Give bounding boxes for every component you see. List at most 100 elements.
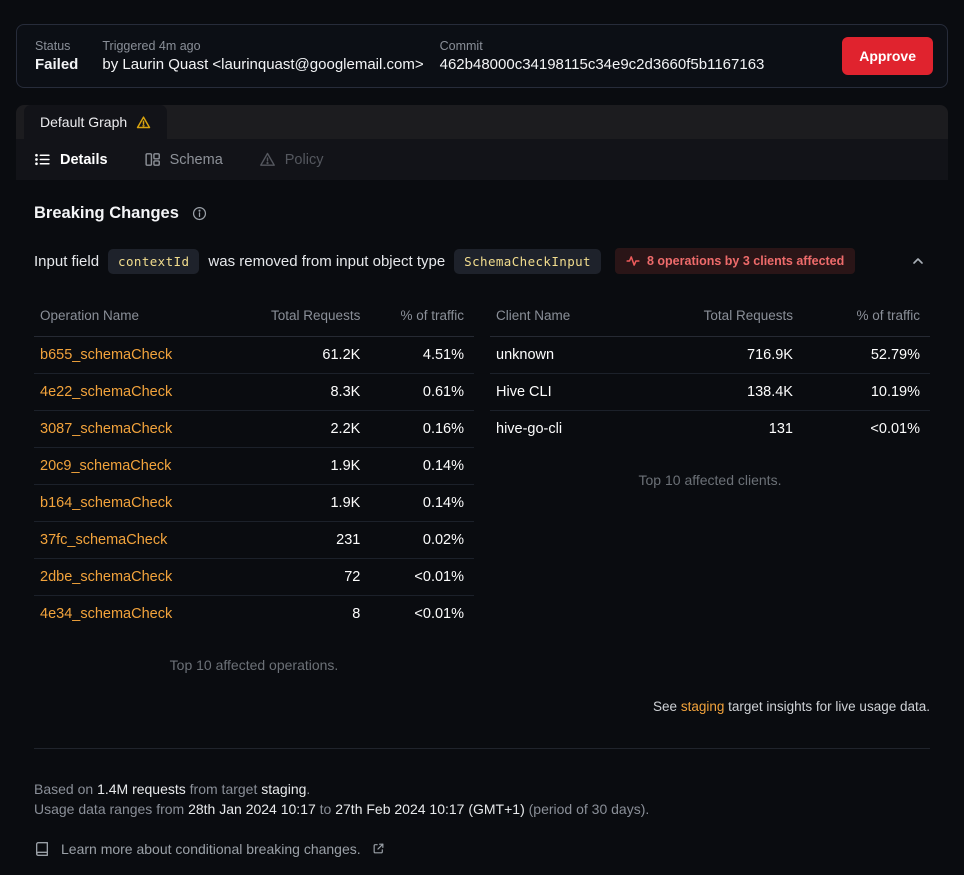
clients-table: Client NameTotal Requests% of trafficunk…: [490, 302, 930, 448]
commit-group: Commit 462b48000c34198115c34e9c2d3660f5b…: [440, 39, 765, 73]
operation-link[interactable]: 4e34_schemaCheck: [34, 596, 229, 633]
breaking-changes-title: Breaking Changes: [34, 204, 179, 223]
triggered-group: Triggered 4m ago by Laurin Quast <laurin…: [102, 39, 423, 73]
usage-tables: Operation NameTotal Requests% of traffic…: [34, 302, 930, 673]
column-header: Operation Name: [34, 302, 229, 337]
total-requests-value: 716.9K: [632, 337, 799, 374]
commit-hash: 462b48000c34198115c34e9c2d3660f5b1167163: [440, 56, 765, 73]
client-name: unknown: [490, 337, 632, 374]
operation-link[interactable]: 2dbe_schemaCheck: [34, 559, 229, 596]
insights-note-pre: See: [653, 699, 681, 714]
tab-details[interactable]: Details: [34, 151, 108, 168]
target-name: staging: [261, 781, 306, 797]
learn-more-label: Learn more about conditional breaking ch…: [61, 841, 361, 857]
schema-check-page: Status Failed Triggered 4m ago by Laurin…: [0, 0, 964, 857]
table-row: hive-go-cli131<0.01%: [490, 411, 930, 448]
clients-column: Client NameTotal Requests% of trafficunk…: [490, 302, 930, 673]
operation-link[interactable]: 37fc_schemaCheck: [34, 522, 229, 559]
graph-tab-strip: Default Graph: [16, 105, 948, 139]
based-on-end: .: [306, 781, 310, 797]
total-requests-value: 138.4K: [632, 374, 799, 411]
traffic-percent-value: <0.01%: [366, 559, 474, 596]
table-row: b164_schemaCheck1.9K0.14%: [34, 485, 474, 522]
commit-label: Commit: [440, 39, 765, 53]
breaking-change-row: Input field contextId was removed from i…: [34, 248, 930, 274]
learn-more-link[interactable]: Learn more about conditional breaking ch…: [34, 841, 385, 857]
check-nav-row: Details Schema Policy: [16, 139, 948, 180]
operation-link[interactable]: 20c9_schemaCheck: [34, 448, 229, 485]
graph-tab-label: Default Graph: [40, 114, 127, 130]
approve-button[interactable]: Approve: [842, 37, 933, 75]
operations-table: Operation NameTotal Requests% of traffic…: [34, 302, 474, 633]
traffic-percent-value: 52.79%: [799, 337, 930, 374]
operations-table-note: Top 10 affected operations.: [34, 657, 474, 673]
operation-link[interactable]: 3087_schemaCheck: [34, 411, 229, 448]
info-icon[interactable]: [192, 206, 207, 221]
alert-triangle-icon: [259, 151, 276, 168]
operation-link[interactable]: b655_schemaCheck: [34, 337, 229, 374]
tab-default-graph[interactable]: Default Graph: [24, 105, 167, 139]
external-link-icon: [372, 842, 385, 855]
total-requests-value: 8: [229, 596, 366, 633]
based-on-pre: Based on: [34, 781, 97, 797]
column-header: % of traffic: [366, 302, 474, 337]
based-on-line: Based on 1.4M requests from target stagi…: [34, 779, 930, 799]
range-start: 28th Jan 2024 10:17: [188, 801, 316, 817]
table-row: 4e22_schemaCheck8.3K0.61%: [34, 374, 474, 411]
impact-badge[interactable]: 8 operations by 3 clients affected: [615, 248, 855, 274]
traffic-percent-value: 0.14%: [366, 448, 474, 485]
table-row: unknown716.9K52.79%: [490, 337, 930, 374]
book-icon: [34, 841, 50, 857]
insights-note-post: target insights for live usage data.: [724, 699, 930, 714]
staging-target-link[interactable]: staging: [681, 699, 725, 714]
usage-summary: Based on 1.4M requests from target stagi…: [34, 779, 930, 819]
operation-link[interactable]: b164_schemaCheck: [34, 485, 229, 522]
collapse-chevron-icon[interactable]: [906, 249, 930, 273]
field-code-badge: contextId: [108, 249, 199, 274]
range-mid: to: [316, 801, 335, 817]
table-row: 4e34_schemaCheck8<0.01%: [34, 596, 474, 633]
check-summary-card: Status Failed Triggered 4m ago by Laurin…: [16, 24, 948, 88]
tab-policy[interactable]: Policy: [259, 151, 324, 168]
tab-schema[interactable]: Schema: [144, 151, 223, 168]
total-requests-value: 231: [229, 522, 366, 559]
triggered-by: by Laurin Quast <laurinquast@googlemail.…: [102, 56, 423, 73]
status-group: Status Failed: [35, 39, 78, 73]
table-row: 2dbe_schemaCheck72<0.01%: [34, 559, 474, 596]
total-requests-value: 72: [229, 559, 366, 596]
total-requests-value: 131: [632, 411, 799, 448]
traffic-percent-value: 0.16%: [366, 411, 474, 448]
impact-badge-label: 8 operations by 3 clients affected: [647, 254, 844, 268]
client-name: hive-go-cli: [490, 411, 632, 448]
range-pre: Usage data ranges from: [34, 801, 188, 817]
details-content: Breaking Changes Input field contextId w…: [16, 204, 948, 857]
triggered-label: Triggered 4m ago: [102, 39, 423, 53]
traffic-percent-value: <0.01%: [366, 596, 474, 633]
operation-link[interactable]: 4e22_schemaCheck: [34, 374, 229, 411]
traffic-percent-value: 0.02%: [366, 522, 474, 559]
pulse-icon: [626, 254, 640, 268]
range-suffix: (period of 30 days).: [525, 801, 650, 817]
date-range-line: Usage data ranges from 28th Jan 2024 10:…: [34, 799, 930, 819]
tab-details-label: Details: [60, 152, 108, 168]
change-text-prefix: Input field: [34, 253, 99, 270]
column-header: Client Name: [490, 302, 632, 337]
total-requests-value: 1.9K: [229, 485, 366, 522]
traffic-percent-value: 0.61%: [366, 374, 474, 411]
table-row: 20c9_schemaCheck1.9K0.14%: [34, 448, 474, 485]
list-icon: [34, 151, 51, 168]
column-header: % of traffic: [799, 302, 930, 337]
table-row: 3087_schemaCheck2.2K0.16%: [34, 411, 474, 448]
table-row: 37fc_schemaCheck2310.02%: [34, 522, 474, 559]
schema-columns-icon: [144, 151, 161, 168]
warning-icon: [136, 115, 151, 130]
total-requests-value: 1.9K: [229, 448, 366, 485]
traffic-percent-value: <0.01%: [799, 411, 930, 448]
client-name: Hive CLI: [490, 374, 632, 411]
clients-table-note: Top 10 affected clients.: [490, 472, 930, 488]
table-row: Hive CLI138.4K10.19%: [490, 374, 930, 411]
total-requests-value: 61.2K: [229, 337, 366, 374]
table-row: b655_schemaCheck61.2K4.51%: [34, 337, 474, 374]
tab-policy-label: Policy: [285, 152, 324, 168]
operations-column: Operation NameTotal Requests% of traffic…: [34, 302, 474, 673]
